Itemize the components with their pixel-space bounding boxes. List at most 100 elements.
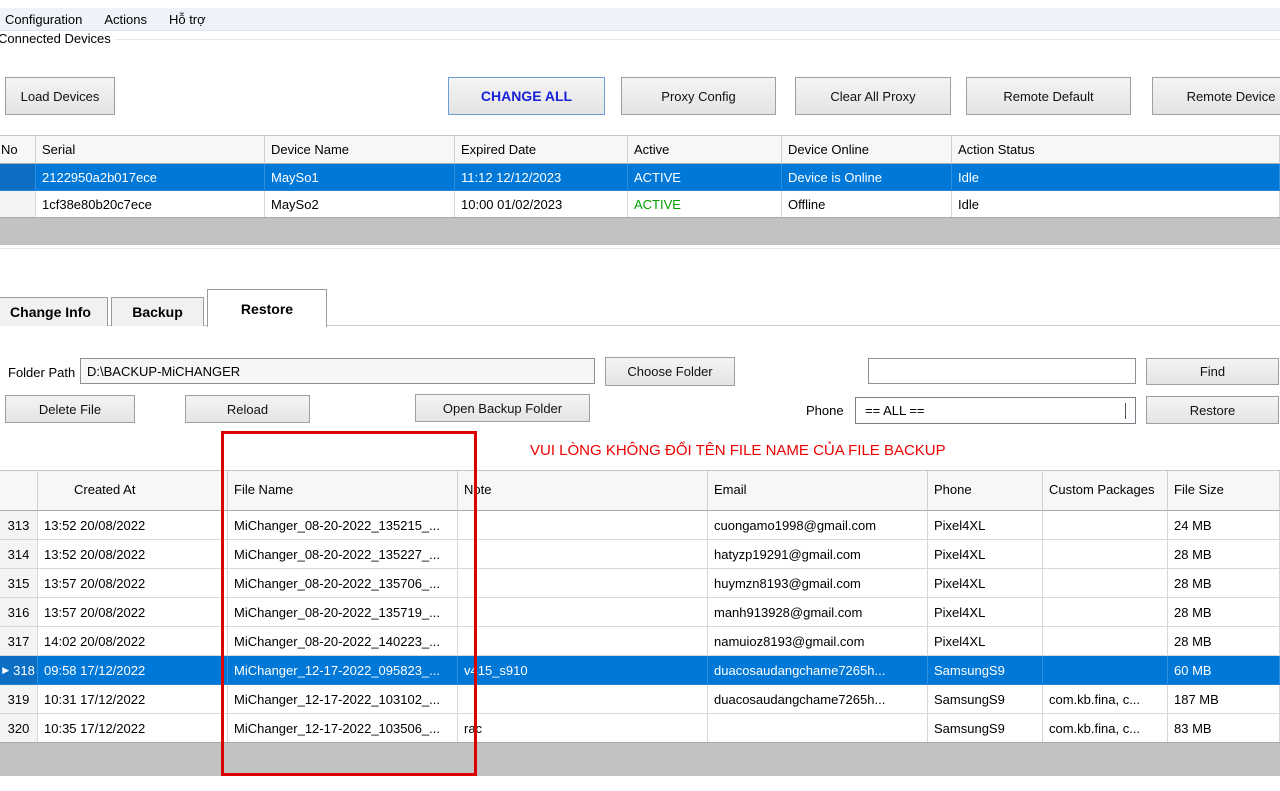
backup-col-note[interactable]: Note (458, 471, 708, 511)
backup-filesize-cell[interactable]: 28 MB (1168, 627, 1280, 656)
backup-packages-cell[interactable] (1043, 569, 1168, 598)
backup-note-cell[interactable] (458, 569, 708, 598)
backup-packages-cell[interactable] (1043, 656, 1168, 685)
search-input[interactable] (868, 358, 1136, 384)
backup-filesize-cell[interactable]: 83 MB (1168, 714, 1280, 743)
backup-row-number[interactable]: 313 (0, 511, 38, 540)
devices-col-active[interactable]: Active (628, 136, 782, 164)
backup-row-number[interactable]: 317 (0, 627, 38, 656)
backup-col-phone[interactable]: Phone (928, 471, 1043, 511)
backup-row-selected[interactable]: ▶318 09:58 17/12/2022 MiChanger_12-17-20… (0, 656, 1280, 685)
device-action-status-cell[interactable]: Idle (952, 191, 1280, 218)
backup-col-file-size[interactable]: File Size (1168, 471, 1280, 511)
backup-row[interactable]: 319 10:31 17/12/2022 MiChanger_12-17-202… (0, 685, 1280, 714)
backup-packages-cell[interactable] (1043, 540, 1168, 569)
device-serial-cell[interactable]: 1cf38e80b20c7ece (36, 191, 265, 218)
backup-col-created-at[interactable]: Created At (38, 471, 228, 511)
backup-row[interactable]: 313 13:52 20/08/2022 MiChanger_08-20-202… (0, 511, 1280, 540)
load-devices-button[interactable]: Load Devices (5, 77, 115, 115)
backup-filename-cell[interactable]: MiChanger_08-20-2022_140223_... (228, 627, 458, 656)
backup-filename-cell[interactable]: MiChanger_08-20-2022_135706_... (228, 569, 458, 598)
backup-phone-cell[interactable]: Pixel4XL (928, 598, 1043, 627)
backup-filename-cell[interactable]: MiChanger_12-17-2022_103102_... (228, 685, 458, 714)
clear-all-proxy-button[interactable]: Clear All Proxy (795, 77, 951, 115)
backup-email-cell[interactable]: cuongamo1998@gmail.com (708, 511, 928, 540)
backup-row-number[interactable]: 314 (0, 540, 38, 569)
device-expired-cell[interactable]: 11:12 12/12/2023 (455, 164, 628, 191)
device-online-cell[interactable]: Device is Online (782, 164, 952, 191)
devices-col-expired-date[interactable]: Expired Date (455, 136, 628, 164)
backup-email-cell[interactable]: namuioz8193@gmail.com (708, 627, 928, 656)
backup-filename-cell[interactable]: MiChanger_12-17-2022_103506_... (228, 714, 458, 743)
device-action-status-cell[interactable]: Idle (952, 164, 1280, 191)
delete-file-button[interactable]: Delete File (5, 395, 135, 423)
device-online-cell[interactable]: Offline (782, 191, 952, 218)
device-serial-cell[interactable]: 2122950a2b017ece (36, 164, 265, 191)
phone-filter-dropdown[interactable]: == ALL == (855, 397, 1136, 424)
device-row-header[interactable] (0, 191, 36, 218)
backup-row-number[interactable]: 316 (0, 598, 38, 627)
backup-col-email[interactable]: Email (708, 471, 928, 511)
backup-note-cell[interactable]: v415_s910 (458, 656, 708, 685)
devices-col-action-status[interactable]: Action Status (952, 136, 1280, 164)
find-button[interactable]: Find (1146, 358, 1279, 385)
device-row[interactable]: 1cf38e80b20c7ece MaySo2 10:00 01/02/2023… (0, 191, 1280, 218)
tab-change-info[interactable]: Change Info (0, 297, 108, 326)
open-backup-folder-button[interactable]: Open Backup Folder (415, 394, 590, 422)
backup-created-cell[interactable]: 13:52 20/08/2022 (38, 511, 228, 540)
devices-col-no[interactable]: No (0, 136, 36, 164)
choose-folder-button[interactable]: Choose Folder (605, 357, 735, 386)
backup-phone-cell[interactable]: Pixel4XL (928, 511, 1043, 540)
backup-created-cell[interactable]: 13:52 20/08/2022 (38, 540, 228, 569)
proxy-config-button[interactable]: Proxy Config (621, 77, 776, 115)
backup-created-cell[interactable]: 14:02 20/08/2022 (38, 627, 228, 656)
device-expired-cell[interactable]: 10:00 01/02/2023 (455, 191, 628, 218)
device-row-header[interactable] (0, 164, 36, 191)
backup-phone-cell[interactable]: Pixel4XL (928, 540, 1043, 569)
menu-configuration[interactable]: Configuration (0, 9, 93, 30)
backup-phone-cell[interactable]: Pixel4XL (928, 569, 1043, 598)
backup-col-rowheader[interactable] (0, 471, 38, 511)
restore-button[interactable]: Restore (1146, 396, 1279, 424)
backup-filename-cell[interactable]: MiChanger_12-17-2022_095823_... (228, 656, 458, 685)
backup-note-cell[interactable]: rac (458, 714, 708, 743)
menu-actions[interactable]: Actions (93, 9, 158, 30)
folder-path-input[interactable] (80, 358, 595, 384)
backup-filesize-cell[interactable]: 24 MB (1168, 511, 1280, 540)
backup-row-number[interactable]: 320 (0, 714, 38, 743)
backup-note-cell[interactable] (458, 540, 708, 569)
backup-filesize-cell[interactable]: 60 MB (1168, 656, 1280, 685)
backup-note-cell[interactable] (458, 511, 708, 540)
backup-filesize-cell[interactable]: 28 MB (1168, 598, 1280, 627)
backup-created-cell[interactable]: 09:58 17/12/2022 (38, 656, 228, 685)
backup-email-cell[interactable]: duacosaudangchame7265h... (708, 685, 928, 714)
backup-phone-cell[interactable]: Pixel4XL (928, 627, 1043, 656)
device-name-cell[interactable]: MaySo1 (265, 164, 455, 191)
backup-filesize-cell[interactable]: 28 MB (1168, 540, 1280, 569)
backup-phone-cell[interactable]: SamsungS9 (928, 685, 1043, 714)
backup-filename-cell[interactable]: MiChanger_08-20-2022_135227_... (228, 540, 458, 569)
backup-created-cell[interactable]: 10:35 17/12/2022 (38, 714, 228, 743)
menu-support[interactable]: Hỗ trợ (158, 9, 217, 30)
backup-row[interactable]: 314 13:52 20/08/2022 MiChanger_08-20-202… (0, 540, 1280, 569)
backup-packages-cell[interactable]: com.kb.fina, c... (1043, 714, 1168, 743)
backup-created-cell[interactable]: 13:57 20/08/2022 (38, 569, 228, 598)
backup-email-cell[interactable]: manh913928@gmail.com (708, 598, 928, 627)
backup-filesize-cell[interactable]: 187 MB (1168, 685, 1280, 714)
tab-restore[interactable]: Restore (207, 289, 327, 327)
backup-row[interactable]: 315 13:57 20/08/2022 MiChanger_08-20-202… (0, 569, 1280, 598)
backup-note-cell[interactable] (458, 627, 708, 656)
devices-col-device-online[interactable]: Device Online (782, 136, 952, 164)
device-active-cell[interactable]: ACTIVE (628, 191, 782, 218)
backup-row[interactable]: 316 13:57 20/08/2022 MiChanger_08-20-202… (0, 598, 1280, 627)
backup-note-cell[interactable] (458, 598, 708, 627)
backup-row-number[interactable]: 315 (0, 569, 38, 598)
backup-row[interactable]: 317 14:02 20/08/2022 MiChanger_08-20-202… (0, 627, 1280, 656)
backup-created-cell[interactable]: 10:31 17/12/2022 (38, 685, 228, 714)
backup-filesize-cell[interactable]: 28 MB (1168, 569, 1280, 598)
tab-backup[interactable]: Backup (111, 297, 204, 326)
backup-packages-cell[interactable]: com.kb.fina, c... (1043, 685, 1168, 714)
backup-row-number[interactable]: ▶318 (0, 656, 38, 685)
backup-note-cell[interactable] (458, 685, 708, 714)
backup-col-file-name[interactable]: File Name (228, 471, 458, 511)
